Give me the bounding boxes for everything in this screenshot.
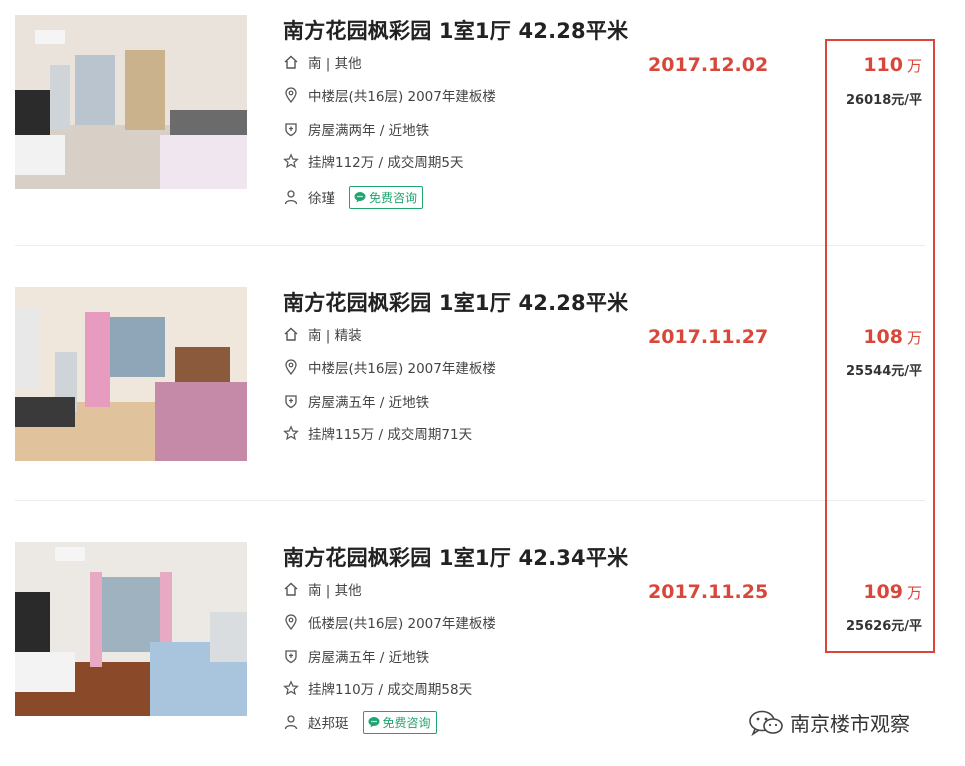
orientation-row: 南 | 其他 [283, 52, 362, 72]
agent-name[interactable]: 赵邦珽 [308, 712, 349, 732]
orientation-text: 南 | 其他 [308, 56, 362, 72]
star-icon [283, 680, 299, 696]
price-highlight-box [825, 39, 935, 653]
agent-row: 赵邦珽 免费咨询 [283, 710, 437, 734]
orientation-row: 南 | 精装 [283, 324, 362, 344]
listing-title[interactable]: 南方花园枫彩园 1室1厅 42.28平米 [283, 15, 628, 45]
listing-info-row: 挂牌110万 / 成交周期58天 [283, 678, 472, 698]
house-icon [283, 326, 299, 342]
tags-text: 房屋满五年 / 近地铁 [308, 395, 430, 411]
listing-title[interactable]: 南方花园枫彩园 1室1厅 42.28平米 [283, 287, 628, 317]
listing-photo[interactable] [15, 542, 247, 716]
location-pin-icon [283, 87, 299, 103]
listing-info-row: 挂牌115万 / 成交周期71天 [283, 423, 472, 443]
shield-icon [283, 121, 299, 137]
orientation-text: 南 | 其他 [308, 583, 362, 599]
divider [15, 500, 925, 501]
floor-row: 低楼层(共16层) 2007年建板楼 [283, 612, 496, 632]
free-consult-button[interactable]: 免费咨询 [349, 185, 424, 209]
deal-date: 2017.11.25 [648, 581, 769, 603]
listing-info-text: 挂牌110万 / 成交周期58天 [308, 682, 473, 698]
deal-date: 2017.12.02 [648, 54, 769, 76]
free-consult-button[interactable]: 免费咨询 [362, 710, 437, 734]
floor-row: 中楼层(共16层) 2007年建板楼 [283, 357, 496, 377]
listing-info-text: 挂牌115万 / 成交周期71天 [308, 427, 473, 443]
watermark: 南京楼市观察 [748, 708, 910, 737]
chat-bubble-icon [354, 192, 366, 203]
agent-row: 徐瑾 免费咨询 [283, 185, 424, 209]
shield-icon [283, 648, 299, 664]
listing-photo[interactable] [15, 287, 247, 461]
floor-text: 中楼层(共16层) 2007年建板楼 [308, 361, 496, 377]
listing-card[interactable]: 南方花园枫彩园 1室1厅 42.28平米 南 | 精装 中楼层(共16层) 20… [0, 287, 965, 497]
star-icon [283, 425, 299, 441]
floor-text: 低楼层(共16层) 2007年建板楼 [308, 616, 496, 632]
floor-text: 中楼层(共16层) 2007年建板楼 [308, 89, 496, 105]
tags-text: 房屋满五年 / 近地铁 [308, 650, 430, 666]
orientation-text: 南 | 精装 [308, 328, 362, 344]
listing-title[interactable]: 南方花园枫彩园 1室1厅 42.34平米 [283, 542, 628, 572]
listing-photo[interactable] [15, 15, 247, 189]
location-pin-icon [283, 359, 299, 375]
house-icon [283, 54, 299, 70]
tags-row: 房屋满五年 / 近地铁 [283, 646, 429, 666]
listing-info-row: 挂牌112万 / 成交周期5天 [283, 151, 464, 171]
tags-row: 房屋满两年 / 近地铁 [283, 119, 429, 139]
wechat-icon [749, 710, 783, 736]
deal-date: 2017.11.27 [648, 326, 769, 348]
person-icon [283, 714, 299, 730]
star-icon [283, 153, 299, 169]
person-icon [283, 189, 299, 205]
chat-bubble-icon [368, 717, 379, 728]
free-consult-label: 免费咨询 [382, 715, 431, 730]
orientation-row: 南 | 其他 [283, 579, 362, 599]
free-consult-label: 免费咨询 [369, 190, 418, 205]
shield-icon [283, 393, 299, 409]
location-pin-icon [283, 614, 299, 630]
floor-row: 中楼层(共16层) 2007年建板楼 [283, 85, 496, 105]
watermark-text: 南京楼市观察 [790, 712, 910, 736]
agent-name[interactable]: 徐瑾 [308, 187, 335, 207]
house-icon [283, 581, 299, 597]
listing-card[interactable]: 南方花园枫彩园 1室1厅 42.28平米 南 | 其他 中楼层(共16层) 20… [0, 15, 965, 245]
divider [15, 245, 925, 246]
tags-row: 房屋满五年 / 近地铁 [283, 391, 429, 411]
listing-info-text: 挂牌112万 / 成交周期5天 [308, 155, 464, 171]
tags-text: 房屋满两年 / 近地铁 [308, 123, 430, 139]
